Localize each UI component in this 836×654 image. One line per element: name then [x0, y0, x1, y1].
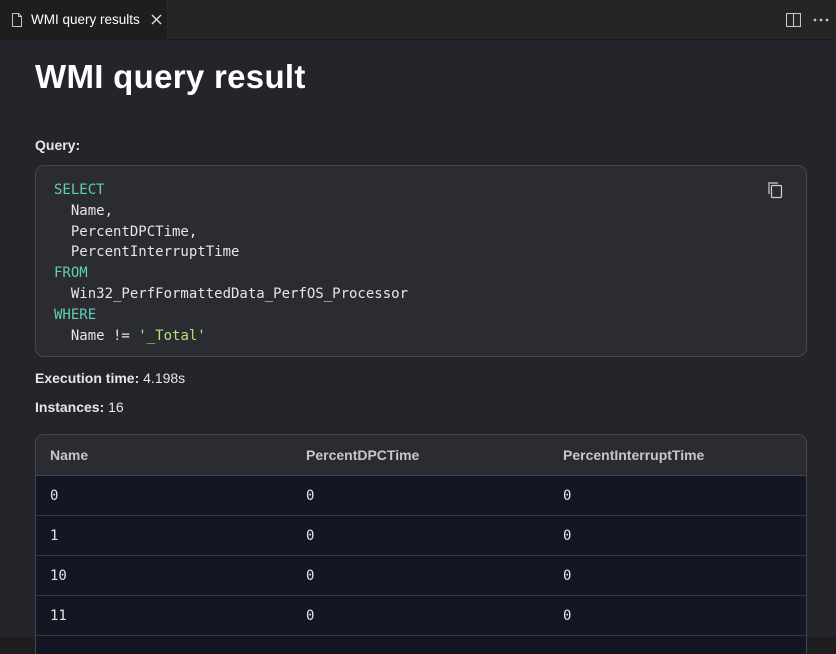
execution-time-value: 4.198s [143, 370, 186, 386]
code-line: Win32_PerfFormattedData_PerfOS_Processor [54, 284, 408, 305]
page-title: WMI query result [35, 58, 306, 95]
query-code: SELECT Name, PercentDPCTime, PercentInte… [54, 180, 408, 346]
table-cell: 10 [50, 567, 67, 584]
more-actions-icon[interactable] [812, 11, 830, 29]
sql-text: Name, [70, 202, 114, 219]
code-line: WHERE [54, 305, 408, 326]
sql-keyword: FROM [54, 265, 88, 282]
sql-keyword: WHERE [54, 306, 97, 323]
instances-value: 16 [108, 399, 124, 415]
table-cell: 0 [306, 607, 315, 624]
table-row: 10 0 0 [36, 556, 806, 596]
close-icon[interactable] [149, 12, 165, 28]
code-line: PercentInterruptTime [54, 242, 408, 263]
table-cell: 0 [563, 487, 572, 504]
table-cell: 0 [563, 527, 572, 544]
tab-label: WMI query results [31, 12, 140, 27]
sql-text: Win32_PerfFormattedData_PerfOS_Processor [70, 285, 409, 302]
file-icon [10, 12, 24, 27]
column-header-percentdpctime[interactable]: PercentDPCTime [292, 447, 549, 463]
sql-string: '_Total' [138, 327, 206, 344]
results-table: Name PercentDPCTime PercentInterruptTime… [35, 434, 807, 654]
table-cell: 0 [563, 567, 572, 584]
table-cell: 1 [50, 527, 59, 544]
execution-time: Execution time: 4.198s [35, 370, 185, 386]
results-view: WMI query result Query: SELECT Name, Per… [0, 40, 836, 654]
instances-label: Instances: [35, 399, 105, 415]
table-cell: 0 [306, 527, 315, 544]
code-line: Name != '_Total' [54, 326, 408, 347]
instances-count: Instances: 16 [35, 399, 124, 415]
editor-actions [784, 0, 830, 39]
tab-wmi-query-results[interactable]: WMI query results [0, 0, 168, 39]
sql-text: PercentDPCTime, [70, 223, 198, 240]
execution-time-label: Execution time: [35, 370, 140, 386]
code-line: FROM [54, 263, 408, 284]
query-label: Query: [35, 137, 81, 153]
sql-keyword: SELECT [54, 182, 105, 198]
query-code-block: SELECT Name, PercentDPCTime, PercentInte… [35, 165, 807, 357]
code-line: PercentDPCTime, [54, 222, 408, 243]
code-line: Name, [54, 201, 408, 222]
table-cell: 0 [50, 487, 59, 504]
column-header-percentinterrupttime[interactable]: PercentInterruptTime [549, 447, 806, 463]
table-row: 0 0 0 [36, 476, 806, 516]
code-line: SELECT [54, 180, 408, 201]
table-row: 1 0 0 [36, 516, 806, 556]
tab-bar: WMI query results [0, 0, 836, 40]
table-cell: 0 [563, 607, 572, 624]
copy-icon[interactable] [766, 180, 784, 200]
table-row: 11 0 0 [36, 596, 806, 636]
table-cell: 11 [50, 607, 67, 624]
column-header-name[interactable]: Name [36, 447, 292, 463]
split-editor-icon[interactable] [784, 11, 802, 29]
table-cell: 0 [306, 487, 315, 504]
sql-text: Name != [70, 327, 139, 344]
sql-text: PercentInterruptTime [70, 244, 240, 261]
table-cell: 0 [306, 567, 315, 584]
table-header: Name PercentDPCTime PercentInterruptTime [36, 435, 806, 476]
